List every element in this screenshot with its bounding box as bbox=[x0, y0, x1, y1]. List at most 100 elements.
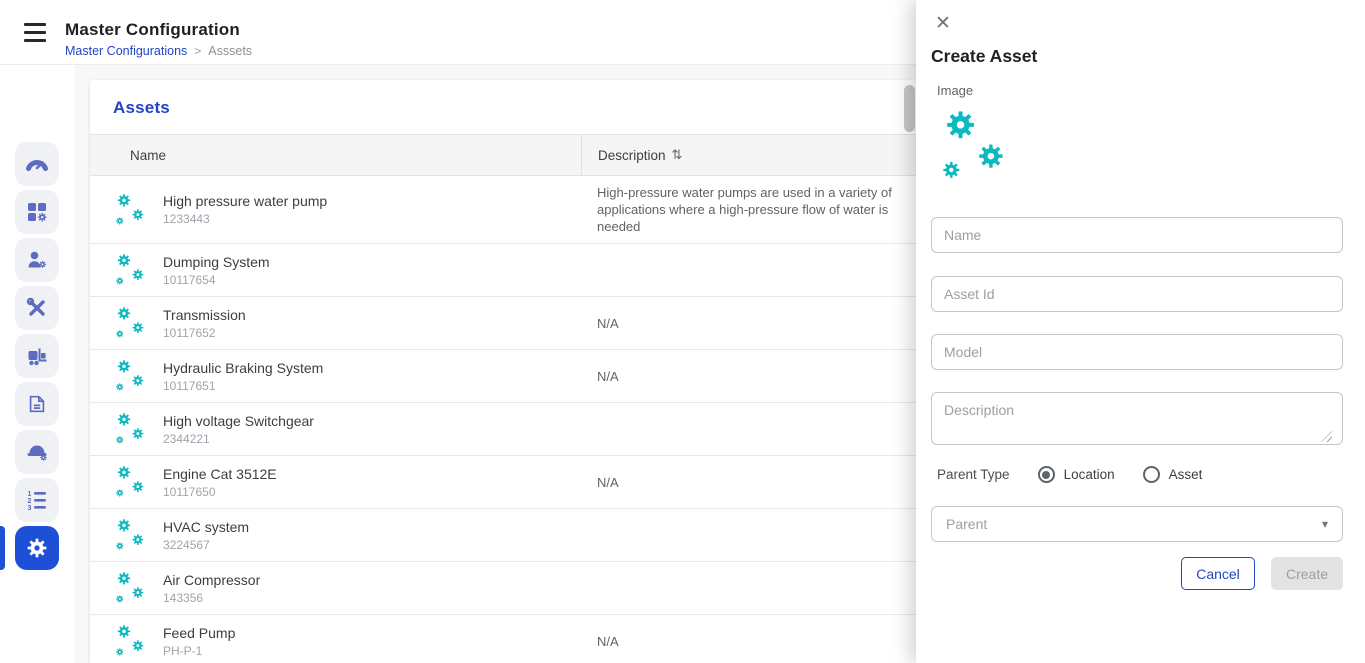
asset-gears-icon bbox=[111, 355, 153, 397]
user-gear-icon bbox=[25, 248, 49, 272]
asset-name: High voltage Switchgear bbox=[163, 413, 314, 431]
asset-gears-icon bbox=[111, 189, 153, 231]
asset-name-cell[interactable]: Transmission 10117652 bbox=[90, 297, 581, 349]
asset-name: HVAC system bbox=[163, 519, 249, 537]
sidebar-item-logistics[interactable] bbox=[15, 334, 59, 378]
name-field[interactable] bbox=[931, 217, 1343, 253]
hamburger-menu-icon[interactable] bbox=[24, 23, 48, 42]
worker-helmet-icon bbox=[24, 439, 50, 465]
asset-name-cell[interactable]: Engine Cat 3512E 10117650 bbox=[90, 456, 581, 508]
svg-text:3: 3 bbox=[28, 505, 32, 512]
asset-name: Transmission bbox=[163, 307, 246, 325]
asset-gears-icon bbox=[111, 461, 153, 503]
drawer-actions: Cancel Create bbox=[1181, 557, 1343, 590]
asset-gears-icon bbox=[111, 567, 153, 609]
chevron-down-icon: ▾ bbox=[1322, 517, 1328, 531]
asset-id: 10117652 bbox=[163, 326, 246, 340]
settings-gear-icon bbox=[24, 535, 50, 561]
asset-id: 1233443 bbox=[163, 212, 327, 226]
asset-description-cell bbox=[581, 509, 905, 561]
asset-gears-icon bbox=[111, 408, 153, 450]
asset-name-cell[interactable]: Hydraulic Braking System 10117651 bbox=[90, 350, 581, 402]
parent-type-option-location[interactable]: Location bbox=[1038, 466, 1115, 483]
asset-name-cell[interactable]: Air Compressor 143356 bbox=[90, 562, 581, 614]
create-asset-drawer: ✕ Create Asset Image Parent Type Locatio… bbox=[916, 0, 1365, 663]
document-icon bbox=[26, 393, 48, 415]
asset-gears-icon bbox=[111, 302, 153, 344]
svg-text:1: 1 bbox=[28, 491, 32, 498]
asset-gears-icon bbox=[111, 620, 153, 662]
asset-id-field[interactable] bbox=[931, 276, 1343, 312]
app-root: Master Configuration Master Configuratio… bbox=[0, 0, 1365, 663]
drawer-title: Create Asset bbox=[931, 46, 1037, 67]
asset-gears-icon bbox=[111, 249, 153, 291]
asset-description-cell: N/A bbox=[581, 350, 905, 402]
description-field[interactable] bbox=[931, 392, 1343, 445]
asset-gears-icon[interactable] bbox=[932, 98, 1024, 194]
asset-name-cell[interactable]: High pressure water pump 1233443 bbox=[90, 176, 581, 243]
sidebar-item-workers[interactable] bbox=[15, 430, 59, 474]
parent-type-row: Parent Type Location Asset bbox=[937, 466, 1230, 483]
vertical-scrollbar-thumb[interactable] bbox=[904, 85, 915, 132]
radio-asset-icon[interactable] bbox=[1143, 466, 1160, 483]
asset-description-cell: N/A bbox=[581, 456, 905, 508]
parent-type-label: Parent Type bbox=[937, 467, 1010, 482]
parent-select[interactable]: Parent ▾ bbox=[931, 506, 1343, 542]
page-title: Master Configuration bbox=[65, 20, 252, 40]
sidebar-item-checklists[interactable]: 1 2 3 bbox=[15, 478, 59, 522]
sidebar-item-dashboard[interactable] bbox=[15, 142, 59, 186]
sidebar-item-users[interactable] bbox=[15, 238, 59, 282]
parent-type-option-asset[interactable]: Asset bbox=[1143, 466, 1203, 483]
asset-name: Air Compressor bbox=[163, 572, 260, 590]
asset-description-cell: High-pressure water pumps are used in a … bbox=[581, 176, 905, 243]
column-header-description[interactable]: Description ⇅ bbox=[581, 135, 905, 175]
asset-name-cell[interactable]: Dumping System 10117654 bbox=[90, 244, 581, 296]
asset-id: 143356 bbox=[163, 591, 260, 605]
sidebar-item-reports[interactable] bbox=[15, 382, 59, 426]
svg-text:2: 2 bbox=[28, 498, 32, 505]
sidebar-item-modules[interactable] bbox=[15, 190, 59, 234]
asset-description-cell bbox=[581, 403, 905, 455]
sidebar-item-maintenance[interactable] bbox=[15, 286, 59, 330]
breadcrumb-link-master-configurations[interactable]: Master Configurations bbox=[65, 44, 187, 58]
model-field[interactable] bbox=[931, 334, 1343, 370]
asset-name-cell[interactable]: High voltage Switchgear 2344221 bbox=[90, 403, 581, 455]
asset-id: 10117650 bbox=[163, 485, 277, 499]
cancel-button[interactable]: Cancel bbox=[1181, 557, 1255, 590]
asset-id: 10117654 bbox=[163, 273, 270, 287]
column-header-name[interactable]: Name bbox=[90, 135, 581, 175]
asset-id: 10117651 bbox=[163, 379, 323, 393]
asset-id: 3224567 bbox=[163, 538, 249, 552]
sort-icon[interactable]: ⇅ bbox=[672, 147, 683, 163]
image-label: Image bbox=[937, 83, 973, 98]
forklift-icon bbox=[25, 344, 49, 368]
asset-name: Hydraulic Braking System bbox=[163, 360, 323, 378]
asset-gears-icon bbox=[111, 514, 153, 556]
create-button[interactable]: Create bbox=[1271, 557, 1343, 590]
asset-name: Engine Cat 3512E bbox=[163, 466, 277, 484]
asset-description-cell: N/A bbox=[581, 615, 905, 663]
radio-location-icon[interactable] bbox=[1038, 466, 1055, 483]
asset-name-cell[interactable]: Feed Pump PH-P-1 bbox=[90, 615, 581, 663]
gauge-icon bbox=[24, 151, 50, 177]
asset-description-cell bbox=[581, 244, 905, 296]
asset-id: 2344221 bbox=[163, 432, 314, 446]
modules-gear-icon bbox=[25, 200, 49, 224]
sidebar-item-master-configuration[interactable] bbox=[15, 526, 59, 570]
asset-name: Feed Pump bbox=[163, 625, 235, 643]
asset-name: Dumping System bbox=[163, 254, 270, 272]
close-icon[interactable]: ✕ bbox=[928, 8, 958, 38]
asset-description-cell bbox=[581, 562, 905, 614]
asset-name: High pressure water pump bbox=[163, 193, 327, 211]
title-block: Master Configuration Master Configuratio… bbox=[65, 20, 252, 58]
asset-description-cell: N/A bbox=[581, 297, 905, 349]
breadcrumb: Master Configurations > Asssets bbox=[65, 44, 252, 58]
breadcrumb-current: Asssets bbox=[208, 44, 252, 58]
asset-id: PH-P-1 bbox=[163, 644, 235, 658]
tools-icon bbox=[25, 296, 49, 320]
numbered-list-icon: 1 2 3 bbox=[24, 487, 50, 513]
breadcrumb-separator: > bbox=[194, 44, 201, 58]
active-nav-indicator bbox=[0, 526, 5, 570]
sidebar: 1 2 3 bbox=[0, 65, 75, 663]
asset-name-cell[interactable]: HVAC system 3224567 bbox=[90, 509, 581, 561]
